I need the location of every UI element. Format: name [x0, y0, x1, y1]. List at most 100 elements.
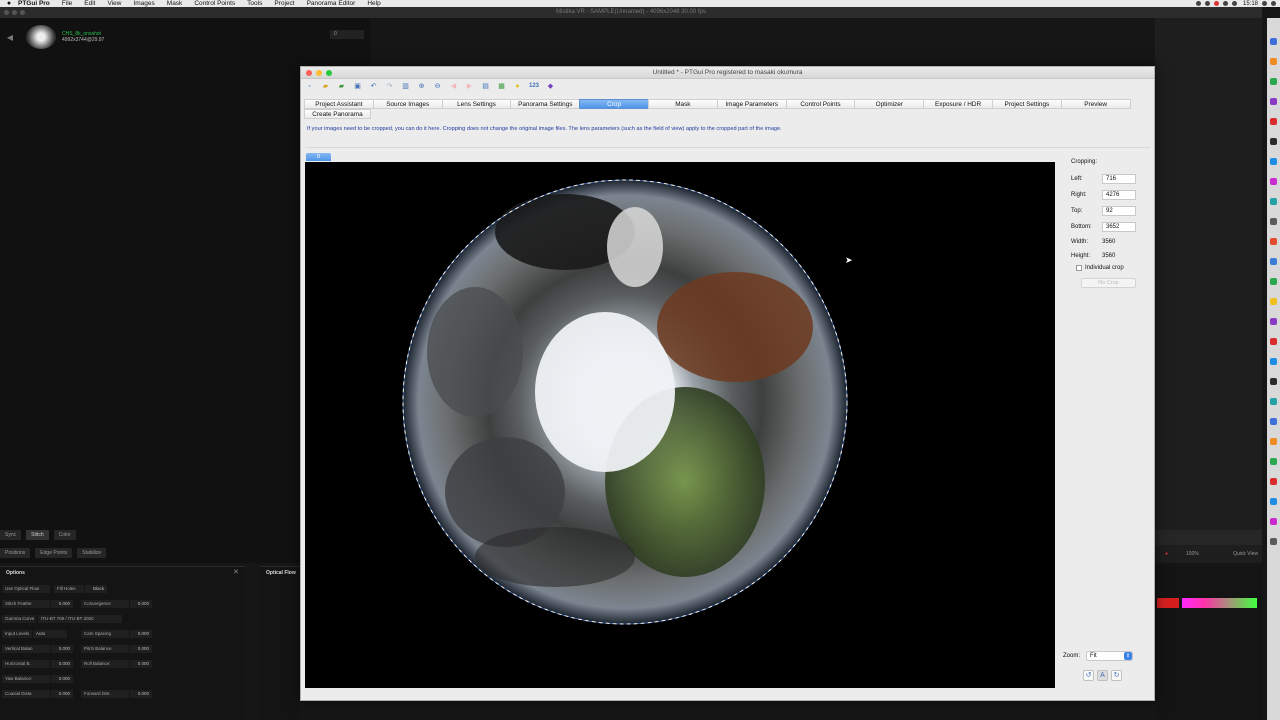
search-icon[interactable] — [1262, 1, 1267, 6]
app-icon[interactable] — [1270, 378, 1277, 385]
option-value[interactable]: 0.000 — [130, 689, 152, 698]
tab-exposure-hdr[interactable]: Exposure / HDR — [923, 99, 993, 109]
app-icon[interactable] — [1270, 78, 1277, 85]
tab-create-panorama[interactable]: Create Panorama — [304, 109, 371, 119]
trash-icon[interactable]: ▥ — [401, 82, 410, 91]
opt-use-optical-flow[interactable]: Use Optical Flow Fill Holes Black — [2, 584, 107, 593]
crop-top-input[interactable]: 92 — [1102, 206, 1136, 216]
menu-file[interactable]: File — [62, 0, 72, 7]
no-crop-button[interactable]: No Crop — [1081, 278, 1136, 288]
opt-input-levels[interactable]: Input Levels Auto Cam Spacing 0.000 — [2, 629, 152, 638]
tab-source-images[interactable]: Source Images — [372, 99, 443, 109]
menu-list-icon[interactable] — [1271, 1, 1276, 6]
rotate-right-icon[interactable]: ↻ — [1111, 670, 1122, 681]
tab-positions[interactable]: Positions — [0, 548, 31, 558]
zoom-out-icon[interactable]: ⊖ — [433, 82, 442, 91]
close-icon[interactable] — [4, 10, 9, 15]
menu-mask[interactable]: Mask — [167, 0, 183, 7]
option-value[interactable]: 0.000 — [51, 659, 73, 668]
tab-image-parameters[interactable]: Image Parameters — [716, 99, 787, 109]
menu-edit[interactable]: Edit — [84, 0, 95, 7]
app-icon[interactable] — [1270, 138, 1277, 145]
menu-control-points[interactable]: Control Points — [194, 0, 235, 7]
app-icon[interactable] — [1270, 98, 1277, 105]
option-value[interactable]: 0.000 — [51, 689, 73, 698]
tray-icon[interactable] — [1213, 1, 1219, 6]
app-icon[interactable] — [1270, 158, 1277, 165]
menu-project[interactable]: Project — [274, 0, 294, 7]
save-icon[interactable]: ▣ — [353, 82, 362, 91]
close-icon[interactable] — [306, 70, 312, 76]
crop-left-input[interactable]: 716 — [1102, 174, 1136, 184]
undo-icon[interactable]: ↶ — [369, 82, 378, 91]
tray-icon[interactable] — [1222, 1, 1228, 6]
app-icon[interactable] — [1270, 398, 1277, 405]
zoom-icon[interactable] — [326, 70, 332, 76]
menu-panorama-editor[interactable]: Panorama Editor — [307, 0, 356, 7]
app-icon[interactable] — [1270, 278, 1277, 285]
app-icon[interactable] — [1270, 238, 1277, 245]
minimize-icon[interactable] — [12, 10, 17, 15]
app-icon[interactable] — [1270, 318, 1277, 325]
option-value[interactable]: 0.000 — [130, 659, 152, 668]
redo-icon[interactable]: ↷ — [385, 82, 394, 91]
zoom-icon[interactable] — [20, 10, 25, 15]
app-icon[interactable] — [1270, 178, 1277, 185]
numbers-icon[interactable]: 123 — [529, 83, 543, 89]
hue-gradient[interactable] — [1182, 598, 1257, 608]
table-icon[interactable]: ▦ — [497, 82, 506, 91]
host-zoom-value[interactable]: 100% — [1186, 551, 1199, 557]
app-icon[interactable] — [1270, 258, 1277, 265]
tab-stitch[interactable]: Stitch — [26, 530, 49, 540]
tab-preview[interactable]: Preview — [1060, 99, 1131, 109]
arrow-left-icon[interactable]: ◀ — [449, 82, 458, 91]
tab-edge-points[interactable]: Edge Points — [35, 548, 73, 558]
option-value[interactable]: 0.000 — [130, 644, 152, 653]
tab-optimizer[interactable]: Optimizer — [854, 99, 925, 109]
tab-stabilize[interactable]: Stabilize — [77, 548, 107, 558]
image-tab-0[interactable]: 0 — [306, 153, 331, 161]
red-swatch[interactable] — [1157, 598, 1179, 608]
lightbulb-icon[interactable]: ● — [513, 82, 522, 91]
option-value[interactable]: 0.000 — [51, 599, 73, 608]
tab-panorama-settings[interactable]: Panorama Settings — [510, 99, 581, 109]
zoom-in-icon[interactable]: ⊕ — [417, 82, 426, 91]
recent-projects-icon[interactable]: ▰ — [337, 82, 346, 91]
opt-yaw-balance[interactable]: Yaw Balance: 0.000 — [2, 674, 73, 683]
option-value[interactable]: 0.000 — [130, 599, 152, 608]
app-icon[interactable] — [1270, 518, 1277, 525]
opt-vertical-balance[interactable]: Vertical Balan 0.000 Pitch Balance 0.000 — [2, 644, 152, 653]
menu-images[interactable]: Images — [133, 0, 154, 7]
host-clip-row[interactable]: ◀ CHS_8k_onsshot 4992x3744@29.97 — [0, 24, 370, 50]
app-icon[interactable] — [1270, 298, 1277, 305]
tray-icon[interactable] — [1231, 1, 1237, 6]
app-icon[interactable] — [1270, 478, 1277, 485]
tab-sync[interactable]: Sync — [0, 530, 22, 540]
arrow-right-icon[interactable]: ▶ — [465, 82, 474, 91]
tab-mask[interactable]: Mask — [647, 99, 718, 109]
input-levels-value[interactable]: Auto — [33, 629, 67, 638]
open-folder-icon[interactable]: ▰ — [321, 82, 330, 91]
menubar-clock[interactable]: 15:18 — [1243, 1, 1258, 7]
option-value[interactable]: 0.000 — [130, 629, 152, 638]
fisheye-image[interactable] — [305, 162, 1055, 688]
app-icon[interactable] — [1270, 118, 1277, 125]
close-icon[interactable]: ✕ — [233, 568, 239, 576]
checkbox-box[interactable] — [1076, 265, 1082, 271]
tab-lens-settings[interactable]: Lens Settings — [441, 99, 512, 109]
speaker-icon[interactable]: ◀ — [0, 33, 20, 42]
tab-project-settings[interactable]: Project Settings — [991, 99, 1062, 109]
app-icon[interactable] — [1270, 458, 1277, 465]
tab-crop[interactable]: Crop — [579, 99, 649, 109]
auto-rotate-icon[interactable]: A — [1097, 670, 1108, 681]
app-icon[interactable] — [1270, 418, 1277, 425]
tab-project-assistant[interactable]: Project Assistant — [304, 99, 374, 109]
opt-gamma-curve[interactable]: Gamma Curve ITU-BT 709 / ITU-BT 2020 — [2, 614, 122, 623]
tab-control-points[interactable]: Control Points — [785, 99, 856, 109]
app-icon[interactable] — [1270, 498, 1277, 505]
new-file-icon[interactable]: ▫ — [305, 82, 314, 91]
opt-stitch-feather[interactable]: Stitch Feathe 0.000 Convergence 0.000 — [2, 599, 152, 608]
rotate-left-icon[interactable]: ↺ — [1083, 670, 1094, 681]
tray-icon[interactable] — [1204, 1, 1210, 6]
menu-help[interactable]: Help — [367, 0, 380, 7]
